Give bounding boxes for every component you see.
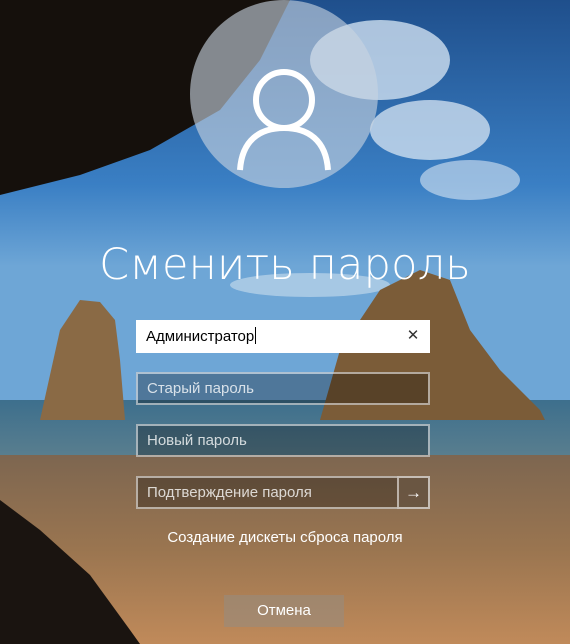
user-icon — [237, 69, 331, 171]
close-icon: ✕ — [406, 327, 420, 344]
cancel-button[interactable]: Отмена — [224, 595, 344, 627]
new-password-placeholder: Новый пароль — [147, 432, 247, 449]
submit-button[interactable]: → — [397, 476, 430, 509]
reset-disk-link[interactable]: Создание дискеты сброса пароля — [0, 529, 570, 546]
text-caret — [255, 327, 257, 344]
old-password-input[interactable]: Старый пароль — [136, 372, 430, 405]
user-avatar — [190, 0, 378, 188]
confirm-password-input[interactable]: Подтверждение пароля → — [136, 476, 430, 509]
username-field[interactable]: Администратор ✕ — [136, 320, 430, 353]
new-password-input[interactable]: Новый пароль — [136, 424, 430, 457]
page-title: Сменить пароль — [99, 240, 471, 290]
clear-button[interactable]: ✕ — [402, 325, 424, 347]
old-password-placeholder: Старый пароль — [147, 380, 254, 397]
confirm-password-placeholder: Подтверждение пароля — [147, 484, 312, 501]
username-value: Администратор — [146, 328, 255, 345]
arrow-right-icon: → — [405, 483, 422, 502]
